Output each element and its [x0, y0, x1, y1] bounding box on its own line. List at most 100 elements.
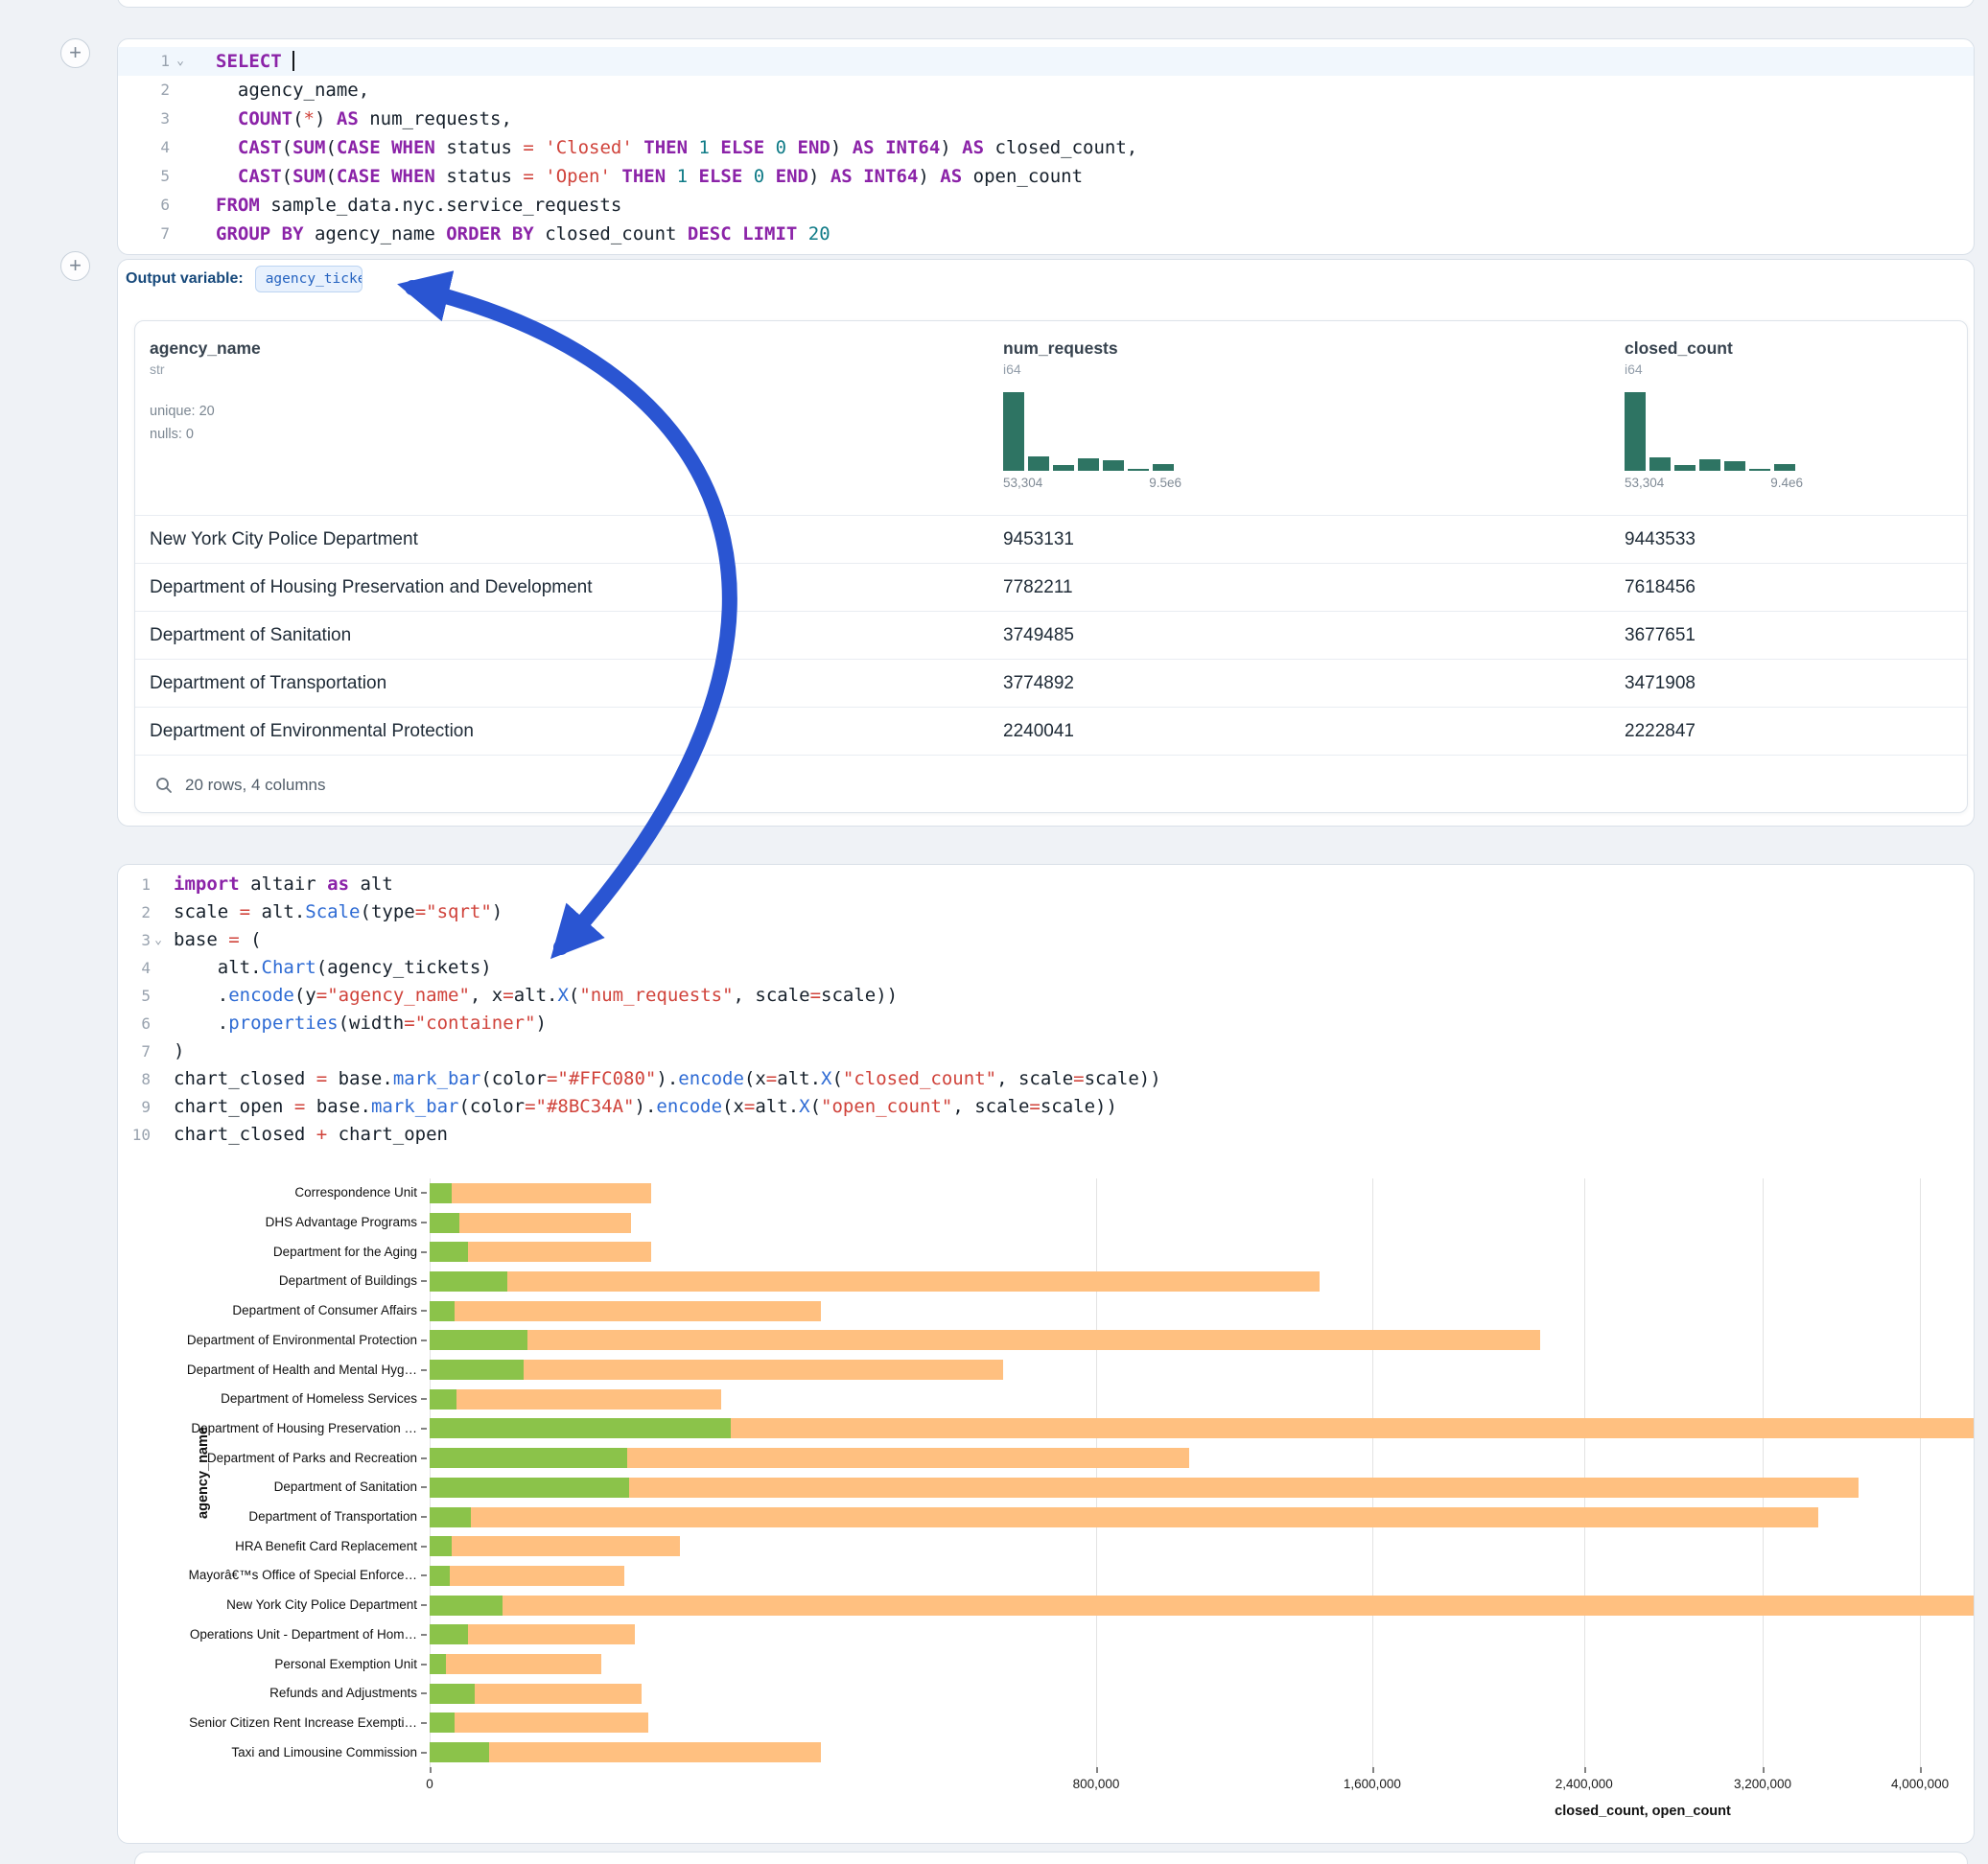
- bar-closed-count: [430, 1330, 1540, 1350]
- fold-spacer: [170, 105, 191, 133]
- fold-spacer: [151, 954, 166, 982]
- add-cell-button[interactable]: +: [60, 38, 90, 68]
- gridline: [1763, 1178, 1764, 1767]
- x-tick-mark: [1584, 1767, 1586, 1773]
- output-variable-label: Output variable:: [126, 270, 244, 288]
- y-tick-mark: [421, 1251, 427, 1253]
- gridline: [430, 1178, 431, 1767]
- sql-code-editor[interactable]: 1⌄SELECT 2 agency_name,3 COUNT(*) AS num…: [118, 47, 1974, 248]
- y-axis-label: Department of Housing Preservation …: [118, 1421, 417, 1436]
- bar-open-count: [430, 1213, 459, 1233]
- y-axis-label: Taxi and Limousine Commission: [118, 1745, 417, 1760]
- gridline: [1920, 1178, 1921, 1767]
- code-line[interactable]: 6 FROM sample_data.nyc.service_requests: [118, 191, 1974, 220]
- y-axis-label: Department of Environmental Protection: [118, 1333, 417, 1348]
- bar-closed-count: [430, 1478, 1859, 1498]
- code-line[interactable]: 7GROUP BY agency_name ORDER BY closed_co…: [118, 220, 1974, 248]
- code-line[interactable]: 6 .properties(width="container"): [118, 1010, 1974, 1037]
- fold-spacer: [151, 1093, 166, 1121]
- code-line[interactable]: 8chart_closed = base.mark_bar(color="#FF…: [118, 1065, 1974, 1093]
- table-row[interactable]: Department of Housing Preservation and D…: [135, 563, 1967, 611]
- bar-closed-count: [430, 1596, 1975, 1616]
- code-text: .properties(width="container"): [166, 1010, 547, 1037]
- code-line[interactable]: 5 .encode(y="agency_name", x=alt.X("num_…: [118, 982, 1974, 1010]
- bar-closed-count: [430, 1713, 648, 1733]
- chevron-down-icon: ⌄: [151, 926, 166, 954]
- line-number: 9: [118, 1093, 151, 1121]
- table-row[interactable]: Department of Environmental Protection22…: [135, 707, 1967, 755]
- y-tick-mark: [421, 1280, 427, 1282]
- y-tick-mark: [421, 1486, 427, 1488]
- y-tick-mark: [421, 1398, 427, 1400]
- column-header[interactable]: closed_counti6453,3049.4e6: [1610, 321, 1967, 515]
- column-header[interactable]: num_requestsi6453,3049.5e6: [989, 321, 1610, 515]
- fold-spacer: [170, 191, 191, 220]
- code-text: scale = alt.Scale(type="sqrt"): [166, 898, 503, 926]
- bar-open-count: [430, 1566, 450, 1586]
- code-line[interactable]: 1 import altair as alt: [118, 871, 1974, 898]
- bar-open-count: [430, 1596, 503, 1616]
- line-number: 7: [118, 220, 170, 248]
- code-line[interactable]: 2 scale = alt.Scale(type="sqrt"): [118, 898, 1974, 926]
- code-text: FROM sample_data.nyc.service_requests: [191, 191, 621, 220]
- fold-spacer: [170, 162, 191, 191]
- code-line[interactable]: 7): [118, 1037, 1974, 1065]
- histogram-range: 53,3049.4e6: [1625, 476, 1803, 490]
- next-cell-edge: [134, 1852, 1968, 1864]
- code-line[interactable]: 3⌄base = (: [118, 926, 1974, 954]
- line-number: 1: [118, 871, 151, 898]
- bar-open-count: [430, 1389, 456, 1410]
- bar-closed-count: [430, 1566, 624, 1586]
- python-code-editor[interactable]: 1 import altair as alt 2 scale = alt.Scale(…: [118, 871, 1974, 1149]
- table-header: agency_namestrunique: 20nulls: 0num_requ…: [135, 321, 1967, 515]
- bar-open-count: [430, 1418, 731, 1438]
- line-number: 1: [118, 47, 170, 76]
- column-header[interactable]: agency_namestrunique: 20nulls: 0: [135, 321, 989, 515]
- x-axis-title: closed_count, open_count: [1555, 1804, 1731, 1819]
- sql-cell: 1⌄SELECT 2 agency_name,3 COUNT(*) AS num…: [117, 38, 1975, 255]
- y-axis-label: Department of Consumer Affairs: [118, 1303, 417, 1318]
- line-number: 10: [118, 1121, 151, 1149]
- line-number: 6: [118, 191, 170, 220]
- table-row[interactable]: Department of Sanitation37494853677651: [135, 611, 1967, 659]
- x-tick-label: 0: [363, 1777, 497, 1791]
- code-text: chart_closed + chart_open: [166, 1121, 448, 1149]
- code-text: import altair as alt: [166, 871, 393, 898]
- table-row[interactable]: Department of Transportation377489234719…: [135, 659, 1967, 707]
- code-line[interactable]: 4 CAST(SUM(CASE WHEN status = 'Closed' T…: [118, 133, 1974, 162]
- chevron-down-icon: ⌄: [170, 47, 191, 76]
- row-count-text: 20 rows, 4 columns: [185, 776, 325, 795]
- table-row[interactable]: New York City Police Department945313194…: [135, 515, 1967, 563]
- add-cell-button[interactable]: +: [60, 251, 90, 281]
- code-text: chart_open = base.mark_bar(color="#8BC34…: [166, 1093, 1117, 1121]
- code-line[interactable]: 9 chart_open = base.mark_bar(color="#8BC3…: [118, 1093, 1974, 1121]
- gridline: [1372, 1178, 1373, 1767]
- fold-spacer: [151, 1121, 166, 1149]
- bar-open-count: [430, 1183, 452, 1203]
- code-line[interactable]: 4 alt.Chart(agency_tickets): [118, 954, 1974, 982]
- output-variable-chip[interactable]: agency_tickets: [255, 266, 363, 292]
- code-line[interactable]: 2 agency_name,: [118, 76, 1974, 105]
- bar-closed-count: [430, 1536, 680, 1556]
- y-tick-mark: [421, 1604, 427, 1606]
- y-tick-mark: [421, 1692, 427, 1694]
- code-line[interactable]: 3 COUNT(*) AS num_requests,: [118, 105, 1974, 133]
- line-number: 2: [118, 76, 170, 105]
- bar-closed-count: [430, 1213, 631, 1233]
- x-tick-label: 3,200,000: [1696, 1777, 1830, 1791]
- table-footer: 20 rows, 4 columns: [135, 755, 1967, 813]
- x-tick-label: 4,000,000: [1853, 1777, 1975, 1791]
- code-line[interactable]: 5 CAST(SUM(CASE WHEN status = 'Open' THE…: [118, 162, 1974, 191]
- y-axis-label: Personal Exemption Unit: [118, 1657, 417, 1672]
- y-tick-mark: [421, 1369, 427, 1371]
- y-axis-label: DHS Advantage Programs: [118, 1215, 417, 1230]
- code-line[interactable]: 1⌄SELECT: [118, 47, 1974, 76]
- search-icon[interactable]: [154, 776, 174, 795]
- y-tick-mark: [421, 1752, 427, 1754]
- code-line[interactable]: 10 chart_closed + chart_open: [118, 1121, 1974, 1149]
- line-number: 8: [118, 1065, 151, 1093]
- column-type: i64: [1625, 361, 1967, 377]
- line-number: 2: [118, 898, 151, 926]
- line-number: 4: [118, 954, 151, 982]
- fold-spacer: [151, 1037, 166, 1065]
